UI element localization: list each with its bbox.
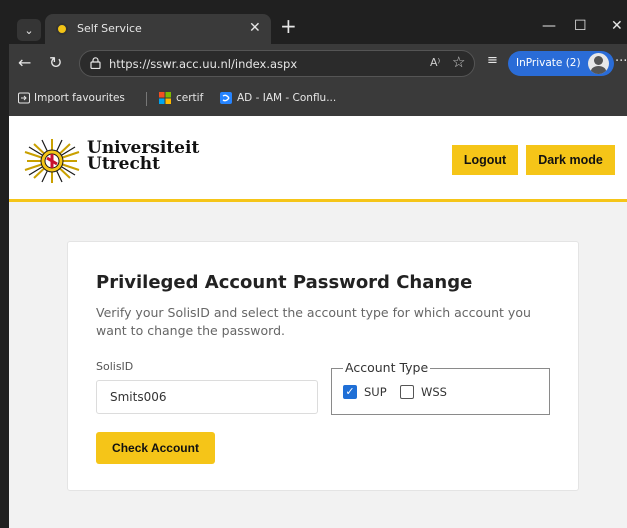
minimize-icon[interactable]: — bbox=[542, 18, 556, 34]
check-account-button[interactable]: Check Account bbox=[96, 432, 215, 464]
address-toolbar: ← ↻ https://sswr.acc.uu.nl/index.aspx A⁾… bbox=[9, 44, 627, 82]
new-tab-icon[interactable]: + bbox=[280, 16, 297, 36]
refresh-icon[interactable]: ↻ bbox=[49, 53, 62, 72]
university-seal-logo bbox=[24, 139, 80, 183]
form-description: Verify your SolisID and select the accou… bbox=[96, 305, 531, 338]
favourite-star-icon[interactable]: ☆ bbox=[452, 53, 465, 71]
import-icon bbox=[18, 92, 30, 104]
confluence-icon bbox=[220, 92, 232, 104]
university-name: Universiteit Utrecht bbox=[87, 140, 199, 174]
profile-avatar-icon bbox=[588, 53, 609, 74]
account-type-legend: Account Type bbox=[343, 360, 431, 375]
tab-actions-menu-icon[interactable]: ⌄ bbox=[17, 19, 41, 41]
tab-self-service[interactable]: Self Service ✕ bbox=[45, 14, 271, 44]
inprivate-button[interactable]: InPrivate (2) bbox=[508, 51, 614, 76]
site-header: Universiteit Utrecht Logout Dark mode bbox=[9, 116, 627, 202]
bookmarks-bar: Import favourites certif AD - IAM - Conf… bbox=[9, 82, 627, 116]
logout-button[interactable]: Logout bbox=[452, 145, 518, 175]
favourites-icon[interactable]: ≡ bbox=[487, 53, 498, 68]
inprivate-label: InPrivate (2) bbox=[516, 57, 581, 69]
tab-close-icon[interactable]: ✕ bbox=[249, 20, 261, 36]
bookmark-certif[interactable]: certif bbox=[176, 92, 203, 104]
bookmark-separator bbox=[146, 92, 147, 106]
solisid-label: SolisID bbox=[96, 360, 134, 373]
more-menu-icon[interactable]: ··· bbox=[615, 54, 627, 69]
tab-title: Self Service bbox=[77, 22, 142, 35]
lock-icon[interactable] bbox=[90, 57, 101, 69]
sup-label[interactable]: SUP bbox=[364, 385, 387, 399]
password-change-card: Privileged Account Password Change Verif… bbox=[67, 241, 579, 491]
sup-checkbox[interactable]: ✓ bbox=[343, 385, 357, 399]
url-text[interactable]: https://sswr.acc.uu.nl/index.aspx bbox=[109, 57, 297, 71]
wss-label[interactable]: WSS bbox=[421, 385, 447, 399]
read-aloud-icon[interactable]: A⁾ bbox=[430, 56, 440, 69]
bookmark-import-favourites[interactable]: Import favourites bbox=[34, 92, 125, 104]
wss-checkbox[interactable] bbox=[400, 385, 414, 399]
maximize-icon[interactable]: ☐ bbox=[574, 18, 587, 34]
windows-logo-icon bbox=[159, 92, 171, 104]
address-bar[interactable]: https://sswr.acc.uu.nl/index.aspx A⁾ ☆ bbox=[79, 50, 475, 77]
page-title: Privileged Account Password Change bbox=[96, 272, 473, 293]
dark-mode-button[interactable]: Dark mode bbox=[526, 145, 615, 175]
solisid-input[interactable] bbox=[96, 380, 318, 414]
close-window-icon[interactable]: ✕ bbox=[611, 18, 623, 34]
browser-window: ⌄ Self Service ✕ + — ☐ ✕ ← ↻ https://ssw… bbox=[0, 0, 627, 528]
site-favicon-icon bbox=[56, 23, 68, 35]
back-icon[interactable]: ← bbox=[18, 53, 31, 72]
bookmark-ad-iam[interactable]: AD - IAM - Conflu... bbox=[237, 92, 336, 104]
tab-strip: ⌄ Self Service ✕ + — ☐ ✕ bbox=[9, 0, 627, 44]
logo-line-2: Utrecht bbox=[87, 154, 161, 174]
web-page: Universiteit Utrecht Logout Dark mode Pr… bbox=[9, 116, 627, 528]
